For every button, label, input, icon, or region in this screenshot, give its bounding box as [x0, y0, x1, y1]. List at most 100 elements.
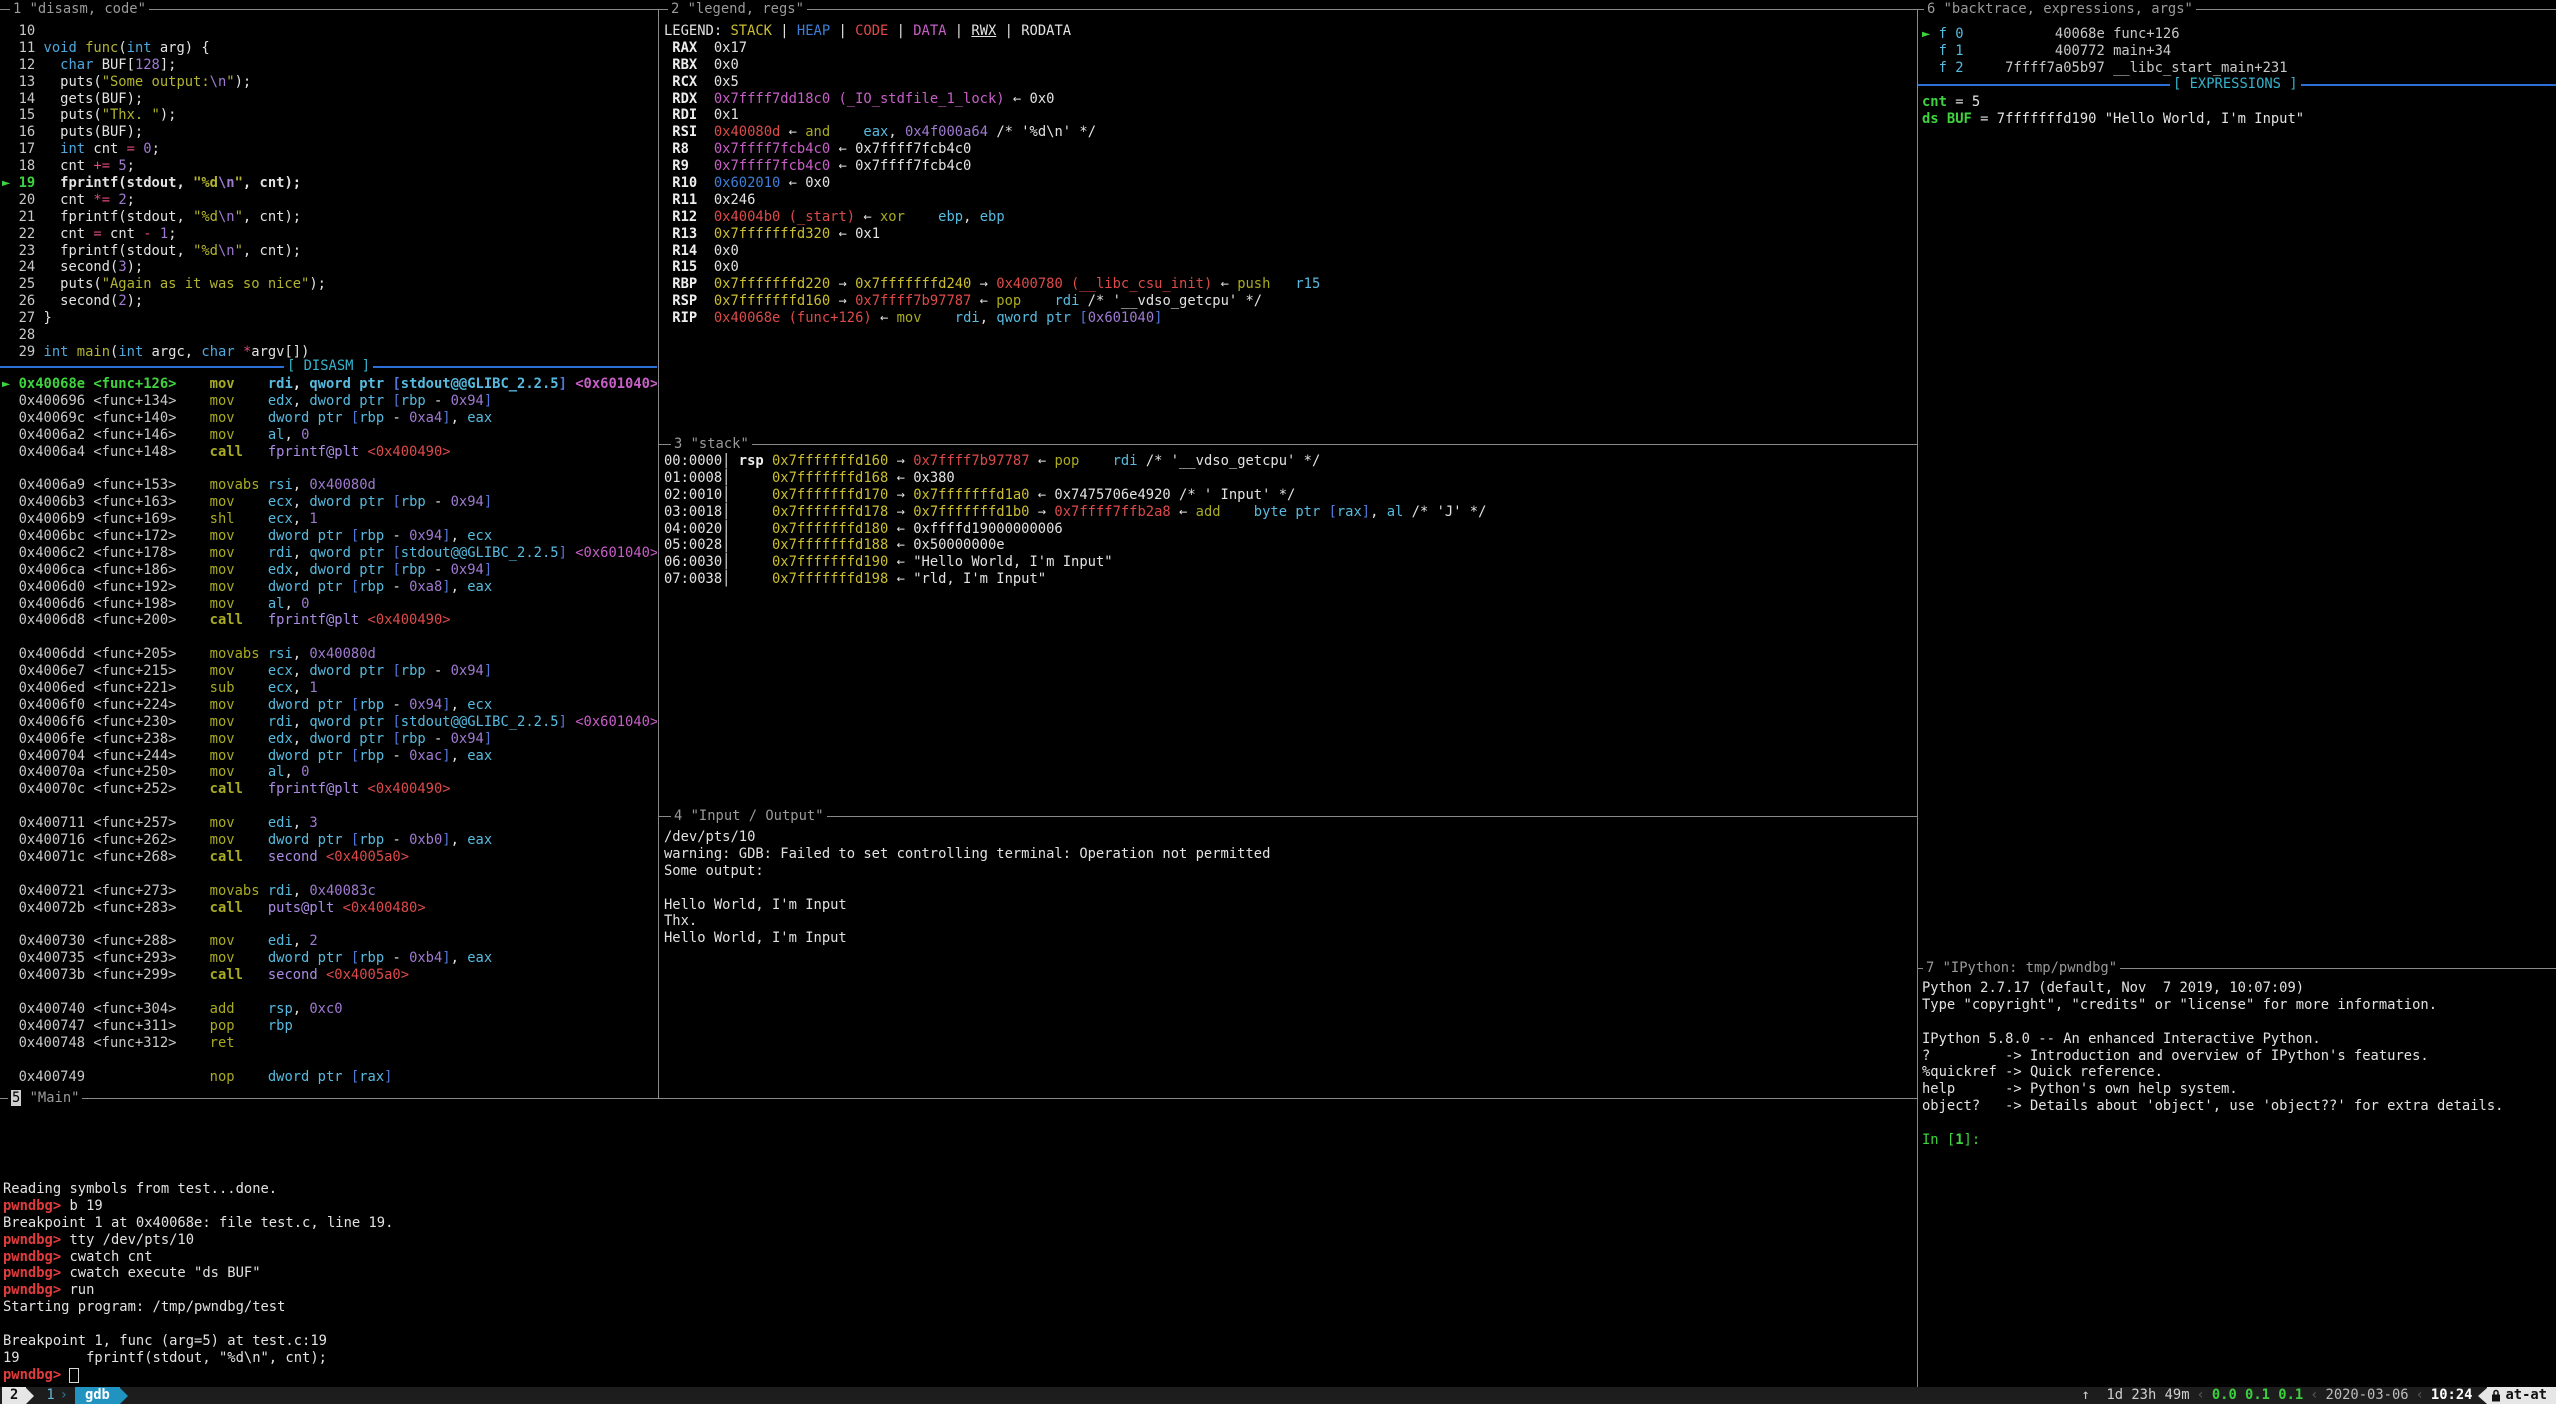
- terminal-line: 0x40070c <func+252> call fprintf@plt <0x…: [2, 781, 657, 798]
- pane-title-disasm-code: 1 "disasm, code": [10, 1, 149, 18]
- terminal-line: f 1 400772 main+34: [1922, 43, 2288, 60]
- disasm-divider-label: [ DISASM ]: [284, 358, 373, 375]
- terminal-line: 15 puts("Thx. ");: [2, 107, 326, 124]
- terminal-line: 0x4006f0 <func+224> mov dword ptr [rbp -…: [2, 697, 657, 714]
- terminal-line: 27 }: [2, 310, 326, 327]
- terminal-line: pwndbg> tty /dev/pts/10: [3, 1232, 393, 1249]
- terminal-line: 0x4006a4 <func+148> call fprintf@plt <0x…: [2, 444, 657, 461]
- terminal-line: 25 puts("Again as it was so nice");: [2, 276, 326, 293]
- terminal-line: ? -> Introduction and overview of IPytho…: [1922, 1048, 2503, 1065]
- terminal-line: 20 cnt *= 2;: [2, 192, 326, 209]
- terminal-line: 02:0010│ 0x7fffffffd170 → 0x7fffffffd1a0…: [664, 487, 1486, 504]
- terminal-line: 0x400704 <func+244> mov dword ptr [rbp -…: [2, 748, 657, 765]
- terminal-line: Hello World, I'm Input: [664, 897, 1270, 914]
- terminal-line: [2, 798, 657, 815]
- terminal-line: pwndbg> b 19: [3, 1198, 393, 1215]
- pane-disasm-code[interactable]: 10 11 void func(int arg) { 12 char BUF[1…: [0, 10, 657, 1098]
- terminal-line: [2, 917, 657, 934]
- terminal-line: 0x40072b <func+283> call puts@plt <0x400…: [2, 900, 657, 917]
- terminal-line: [1922, 1115, 2503, 1132]
- chevron-right-icon: ›: [60, 1387, 68, 1404]
- load-average: 0.0 0.1 0.1: [2212, 1387, 2303, 1404]
- pane-ipython[interactable]: Python 2.7.17 (default, Nov 7 2019, 10:0…: [1918, 968, 2556, 1387]
- pane-border-left-column: [658, 9, 659, 1098]
- terminal-line: 0x400696 <func+134> mov edx, dword ptr […: [2, 393, 657, 410]
- terminal-line: 0x40073b <func+299> call second <0x4005a…: [2, 967, 657, 984]
- stack-listing: 00:0000│ rsp 0x7fffffffd160 → 0x7ffff7b9…: [664, 453, 1486, 588]
- terminal-line: [2, 1052, 657, 1069]
- terminal-line: R12 0x4004b0 (_start) ← xor ebp, ebp: [664, 209, 1320, 226]
- pane-title-input-output: 4 "Input / Output": [671, 808, 827, 825]
- terminal-line: 0x400730 <func+288> mov edi, 2: [2, 933, 657, 950]
- terminal-line: 17 int cnt = 0;: [2, 141, 326, 158]
- terminal-line: RCX 0x5: [664, 74, 1320, 91]
- terminal-line: [2, 629, 657, 646]
- chevron-left-icon: ‹: [2303, 1387, 2325, 1404]
- terminal-line: [2, 866, 657, 883]
- terminal-line: Breakpoint 1, func (arg=5) at test.c:19: [3, 1333, 393, 1350]
- terminal-line: 0x400721 <func+273> movabs rdi, 0x40083c: [2, 883, 657, 900]
- registers-listing: LEGEND: STACK | HEAP | CODE | DATA | RWX…: [664, 23, 1320, 327]
- terminal-line: 07:0038│ 0x7fffffffd198 ← "rld, I'm Inpu…: [664, 571, 1486, 588]
- terminal-line: Reading symbols from test...done.: [3, 1181, 393, 1198]
- pane-legend-regs[interactable]: LEGEND: STACK | HEAP | CODE | DATA | RWX…: [659, 10, 1917, 444]
- terminal-line: [2, 984, 657, 1001]
- terminal-line: 18 cnt += 5;: [2, 158, 326, 175]
- pane-main-gdb[interactable]: Reading symbols from test...done.pwndbg>…: [0, 1098, 1917, 1387]
- terminal-line: Some output:: [664, 863, 1270, 880]
- terminal-line: 03:0018│ 0x7fffffffd178 → 0x7fffffffd1b0…: [664, 504, 1486, 521]
- terminal-line: 13 puts("Some output:\n");: [2, 74, 326, 91]
- terminal-line: ► f 0 40068e func+126: [1922, 26, 2288, 43]
- active-pane-number: 5: [11, 1090, 21, 1106]
- status-left: 2 1 › gdb: [0, 1387, 128, 1404]
- terminal-line: RBX 0x0: [664, 57, 1320, 74]
- terminal-line: ► 0x40068e <func+126> mov rdi, qword ptr…: [2, 376, 657, 393]
- terminal-line: R8 0x7ffff7fcb4c0 ← 0x7ffff7fcb4c0: [664, 141, 1320, 158]
- terminal-line: R13 0x7fffffffd320 ← 0x1: [664, 226, 1320, 243]
- window-tab-gdb[interactable]: gdb: [75, 1387, 120, 1404]
- terminal-line: RBP 0x7fffffffd220 → 0x7fffffffd240 → 0x…: [664, 276, 1320, 293]
- window-index: 1: [34, 1387, 59, 1404]
- terminal-line: 14 gets(BUF);: [2, 91, 326, 108]
- terminal-line: 0x4006d8 <func+200> call fprintf@plt <0x…: [2, 612, 657, 629]
- terminal-line: RAX 0x17: [664, 40, 1320, 57]
- terminal-line: 05:0028│ 0x7fffffffd188 ← 0x50000000e: [664, 537, 1486, 554]
- terminal-line: cnt = 5: [1922, 94, 2304, 111]
- terminal-line: 0x4006a9 <func+153> movabs rsi, 0x40080d: [2, 477, 657, 494]
- terminal-line: 0x400748 <func+312> ret: [2, 1035, 657, 1052]
- pane-stack[interactable]: 00:0000│ rsp 0x7fffffffd160 → 0x7ffff7b9…: [659, 444, 1917, 816]
- terminal-line: 00:0000│ rsp 0x7fffffffd160 → 0x7ffff7b9…: [664, 453, 1486, 470]
- terminal-line: [3, 1316, 393, 1333]
- terminal-line: Type "copyright", "credits" or "license"…: [1922, 997, 2503, 1014]
- terminal-line: help -> Python's own help system.: [1922, 1081, 2503, 1098]
- terminal-line: 0x400716 <func+262> mov dword ptr [rbp -…: [2, 832, 657, 849]
- hostname-text: at-at: [2505, 1387, 2547, 1404]
- terminal-line: 0x4006d6 <func+198> mov al, 0: [2, 596, 657, 613]
- terminal-line: 11 void func(int arg) {: [2, 40, 326, 57]
- terminal-line: 0x4006e7 <func+215> mov ecx, dword ptr […: [2, 663, 657, 680]
- terminal-line: 26 second(2);: [2, 293, 326, 310]
- terminal-line: R11 0x246: [664, 192, 1320, 209]
- terminal-line: 19 fprintf(stdout, "%d\n", cnt);: [3, 1350, 393, 1367]
- pane-title-stack: 3 "stack": [671, 436, 752, 453]
- pane-border-main: [0, 1098, 1917, 1099]
- terminal-line: object? -> Details about 'object', use '…: [1922, 1098, 2503, 1115]
- terminal-line: Starting program: /tmp/pwndbg/test: [3, 1299, 393, 1316]
- terminal-line: f 2 7ffff7a05b97 __libc_start_main+231: [1922, 60, 2288, 77]
- pane-input-output[interactable]: /dev/pts/10warning: GDB: Failed to set c…: [659, 816, 1917, 1098]
- terminal-line: 0x4006d0 <func+192> mov dword ptr [rbp -…: [2, 579, 657, 596]
- terminal-line: 0x4006f6 <func+230> mov rdi, qword ptr […: [2, 714, 657, 731]
- terminal-line: 0x4006dd <func+205> movabs rsi, 0x40080d: [2, 646, 657, 663]
- terminal-line: ds BUF = 7fffffffd190 "Hello World, I'm …: [1922, 111, 2304, 128]
- terminal-line: warning: GDB: Failed to set controlling …: [664, 846, 1270, 863]
- lock-icon: [2491, 1389, 2501, 1402]
- terminal-line: [664, 880, 1270, 897]
- pane-backtrace-expressions[interactable]: ► f 0 40068e func+126 f 1 400772 main+34…: [1918, 10, 2556, 968]
- program-output: /dev/pts/10warning: GDB: Failed to set c…: [664, 829, 1270, 947]
- session-badge[interactable]: 2: [2, 1387, 26, 1404]
- pane-title-legend-regs: 2 "legend, regs": [668, 1, 807, 18]
- terminal-line: %quickref -> Quick reference.: [1922, 1064, 2503, 1081]
- terminal-line: Python 2.7.17 (default, Nov 7 2019, 10:0…: [1922, 980, 2503, 997]
- terminal-line: 0x400711 <func+257> mov edi, 3: [2, 815, 657, 832]
- terminal-line: 0x40071c <func+268> call second <0x4005a…: [2, 849, 657, 866]
